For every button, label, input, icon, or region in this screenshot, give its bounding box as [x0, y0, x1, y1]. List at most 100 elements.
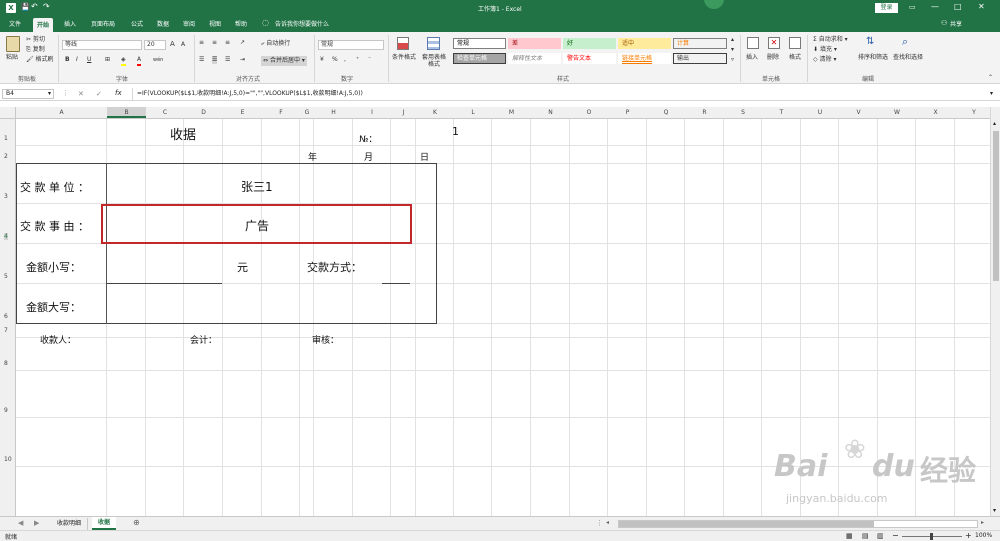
row-header-9[interactable]: 9	[4, 407, 8, 414]
format-cells-button[interactable]: 格式	[789, 54, 801, 62]
decrease-decimal-button[interactable]: ⁻	[368, 56, 371, 64]
paste-button[interactable]: 粘贴	[6, 54, 18, 62]
fill-color-button[interactable]: ◈	[121, 56, 126, 66]
tab-review[interactable]: 审阅	[183, 19, 195, 28]
autosum-button[interactable]: Σ 自动求和 ▾	[813, 36, 848, 44]
border-button[interactable]: ⊞	[105, 56, 110, 64]
column-header-f[interactable]: F	[262, 109, 300, 116]
column-header-o[interactable]: O	[570, 109, 608, 116]
cell-style-9[interactable]: 输出	[673, 53, 727, 64]
column-header-q[interactable]: Q	[647, 109, 685, 116]
column-header-m[interactable]: M	[492, 109, 531, 116]
add-sheet-button[interactable]: ⊕	[133, 518, 140, 527]
worksheet-grid[interactable]: 收据 №： 1 年 月 日 交 款 单 位 ： 张三1 交 款 事 由 ： 广告…	[16, 119, 990, 516]
fill-button[interactable]: ⬇ 填充 ▾	[813, 46, 837, 54]
collapse-ribbon-icon[interactable]: ⌃	[988, 74, 993, 82]
expand-formula-icon[interactable]: ▾	[990, 90, 993, 97]
column-header-d[interactable]: D	[184, 109, 223, 116]
cell-style-2[interactable]: 好	[563, 38, 616, 49]
align-middle-button[interactable]: ≡	[212, 39, 217, 47]
column-header-w[interactable]: W	[878, 109, 916, 116]
find-select-icon[interactable]: ⌕	[902, 35, 908, 49]
styles-scroll-down[interactable]: ▾	[731, 46, 734, 54]
sort-filter-button[interactable]: 排序和筛选	[858, 54, 888, 62]
tab-view[interactable]: 视图	[209, 19, 221, 28]
tell-me-input[interactable]: 告诉我你想要做什么	[275, 19, 329, 28]
tab-home[interactable]: 开始	[33, 18, 54, 32]
tab-formulas[interactable]: 公式	[131, 19, 143, 28]
merge-center-button[interactable]: ⇔ 合并后居中 ▾	[261, 56, 307, 66]
normal-view-icon[interactable]: ▦	[846, 532, 853, 540]
cell-style-0[interactable]: 常规	[453, 38, 506, 49]
cell-style-8[interactable]: 链接单元格	[618, 53, 671, 64]
grow-font-button[interactable]: A	[170, 40, 175, 48]
font-name-combo[interactable]: 等线	[62, 40, 142, 50]
tab-data[interactable]: 数据	[157, 19, 169, 28]
underline-button[interactable]: U	[87, 56, 91, 64]
undo-button[interactable]: ↶	[31, 2, 38, 11]
minimize-button[interactable]: —	[931, 2, 939, 11]
comma-button[interactable]: ,	[344, 56, 346, 64]
delete-cells-icon[interactable]: ✕	[768, 37, 780, 49]
number-format-combo[interactable]: 常规	[318, 40, 384, 50]
indent-button[interactable]: ⇥	[240, 56, 245, 64]
insert-function-button[interactable]: fx	[115, 89, 122, 97]
align-top-button[interactable]: ≡	[199, 39, 204, 47]
sheet-tab-receipt-detail[interactable]: 收款明细	[51, 518, 89, 530]
align-right-button[interactable]: ☰	[225, 56, 230, 64]
conditional-format-icon[interactable]	[397, 37, 409, 50]
close-button[interactable]: ✕	[978, 2, 985, 11]
login-button[interactable]: 登录	[875, 3, 898, 13]
row-header-3[interactable]: 3	[4, 193, 8, 200]
select-all-corner[interactable]	[0, 107, 16, 119]
redo-button[interactable]: ↷	[43, 2, 50, 11]
sort-filter-icon[interactable]: ⇅	[866, 36, 874, 47]
row-header-10[interactable]: 10	[4, 456, 12, 463]
cell-style-4[interactable]: 计算	[673, 38, 727, 49]
insert-cells-button[interactable]: 插入	[746, 54, 758, 62]
zoom-slider-thumb[interactable]	[930, 533, 933, 540]
name-box-dropdown-icon[interactable]: ▾	[48, 90, 51, 97]
wrap-text-button[interactable]: ⤶ 自动换行	[261, 40, 290, 48]
find-select-button[interactable]: 查找和选择	[893, 54, 923, 62]
column-header-j[interactable]: J	[391, 109, 416, 116]
cell-style-3[interactable]: 适中	[618, 38, 671, 49]
column-header-l[interactable]: L	[454, 109, 492, 116]
phonetic-button[interactable]: wén	[153, 56, 163, 64]
row-header-5[interactable]: 5	[4, 273, 8, 280]
row-header-7[interactable]: 7	[4, 327, 8, 334]
percent-button[interactable]: %	[332, 56, 338, 64]
zoom-level[interactable]: 100%	[975, 532, 992, 539]
cell-style-7[interactable]: 警告文本	[563, 53, 616, 64]
column-header-e[interactable]: E	[223, 109, 262, 116]
cancel-formula-button[interactable]: ✕	[78, 90, 84, 98]
column-header-v[interactable]: V	[839, 109, 878, 116]
next-sheet-icon[interactable]: ▶	[34, 519, 39, 527]
row-header-2[interactable]: 2	[4, 153, 8, 160]
delete-cells-button[interactable]: 删除	[767, 54, 779, 62]
horizontal-scrollbar[interactable]	[618, 520, 978, 528]
conditional-format-button[interactable]: 条件格式	[392, 54, 416, 62]
row-header-8[interactable]: 8	[4, 360, 8, 367]
format-as-table-icon[interactable]	[427, 37, 440, 50]
column-header-a[interactable]: A	[16, 109, 107, 116]
tab-insert[interactable]: 插入	[64, 19, 76, 28]
column-header-t[interactable]: T	[762, 109, 801, 116]
font-color-button[interactable]: A	[137, 56, 142, 66]
column-header-c[interactable]: C	[146, 109, 184, 116]
row-header-6[interactable]: 6	[4, 313, 8, 320]
column-header-s[interactable]: S	[724, 109, 762, 116]
column-header-b[interactable]: B	[107, 107, 146, 118]
scroll-up-icon[interactable]: ▴	[993, 120, 996, 127]
cut-button[interactable]: ✂ 剪切	[26, 36, 45, 44]
column-header-p[interactable]: P	[608, 109, 647, 116]
scroll-down-icon[interactable]: ▾	[993, 507, 996, 514]
bold-button[interactable]: B	[65, 56, 70, 64]
horizontal-scroll-thumb[interactable]	[619, 521, 874, 527]
tab-split-handle[interactable]: ⋮	[596, 519, 603, 527]
align-left-button[interactable]: ☰	[199, 56, 204, 64]
orientation-button[interactable]: ↗	[240, 39, 245, 47]
prev-sheet-icon[interactable]: ◀	[18, 519, 23, 527]
clear-button[interactable]: ◇ 清除 ▾	[813, 56, 836, 64]
format-as-table-button[interactable]: 套用表格格式	[420, 54, 448, 68]
